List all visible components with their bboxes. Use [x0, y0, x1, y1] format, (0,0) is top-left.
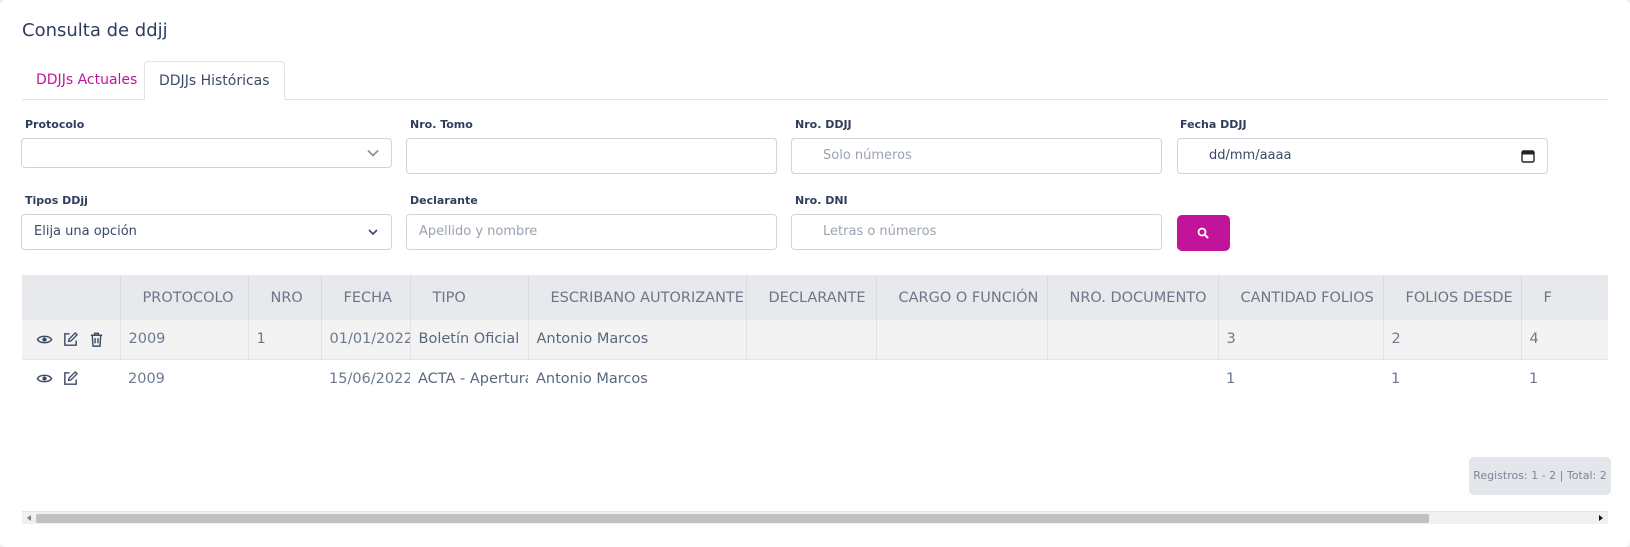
eye-icon[interactable] [36, 370, 53, 387]
tipos-ddjj-label: Tipos DDjj [25, 194, 88, 207]
fecha-ddjj-label: Fecha DDJJ [1180, 118, 1247, 131]
ddjj-table-container: PROTOCOLO NRO FECHA TIPO ESCRIBANO AUTOR… [22, 275, 1608, 435]
nro-dni-input[interactable]: Letras o números [791, 214, 1162, 250]
col-header-cargo[interactable]: CARGO O FUNCIÓN [876, 275, 1048, 320]
edit-icon[interactable] [62, 331, 79, 348]
col-header-nro[interactable]: NRO [248, 275, 322, 320]
cell-protocolo: 2009 [120, 320, 249, 360]
eye-icon[interactable] [36, 331, 53, 348]
nro-tomo-input[interactable] [406, 138, 777, 174]
cell-fecha: 15/06/2022 [321, 359, 410, 398]
edit-icon[interactable] [62, 370, 79, 387]
col-header-folios-desde[interactable]: FOLIOS DESDE [1383, 275, 1522, 320]
scroll-left-icon[interactable] [25, 514, 33, 522]
cell-folios-desde: 2 [1383, 320, 1522, 360]
cell-folios-hasta: 1 [1521, 359, 1608, 398]
col-header-protocolo[interactable]: PROTOCOLO [120, 275, 249, 320]
chevron-down-icon [368, 229, 378, 236]
cell-nro [248, 359, 321, 398]
nro-dni-label: Nro. DNI [795, 194, 848, 207]
cell-cargo [876, 320, 1048, 360]
ddjj-table: PROTOCOLO NRO FECHA TIPO ESCRIBANO AUTOR… [22, 275, 1608, 398]
cell-cantidad-folios: 3 [1218, 320, 1384, 360]
table-row: 2009 1 01/01/2022 Boletín Oficial Antoni… [22, 320, 1608, 360]
page-title: Consulta de ddjj [22, 20, 168, 41]
declarante-placeholder: Apellido y nombre [419, 224, 538, 239]
tab-ddjjs-historicas[interactable]: DDJJs Históricas [144, 61, 285, 100]
search-icon [1197, 227, 1209, 239]
cell-documento [1047, 320, 1219, 360]
calendar-icon[interactable] [1521, 149, 1535, 163]
col-header-fecha[interactable]: FECHA [321, 275, 411, 320]
nro-dni-placeholder: Letras o números [823, 224, 937, 239]
cell-tipo: Boletín Oficial [410, 320, 529, 360]
cell-folios-hasta: 4 [1521, 320, 1608, 360]
col-header-actions [22, 275, 121, 320]
col-header-tipo[interactable]: TIPO [410, 275, 529, 320]
cell-declarante [746, 320, 877, 360]
col-header-escribano[interactable]: ESCRIBANO AUTORIZANTE [528, 275, 747, 320]
table-row: 2009 15/06/2022 ACTA - Apertura Antonio … [22, 359, 1608, 398]
trash-icon[interactable] [88, 331, 105, 348]
col-header-documento[interactable]: NRO. DOCUMENTO [1047, 275, 1219, 320]
chevron-down-icon [367, 149, 379, 157]
cell-folios-desde: 1 [1383, 359, 1521, 398]
cell-escribano: Antonio Marcos [528, 359, 746, 398]
cell-nro: 1 [248, 320, 322, 360]
fecha-ddjj-placeholder: dd/mm/aaaa [1209, 148, 1292, 163]
content-card: Consulta de ddjj DDJJs Actuales DDJJs Hi… [0, 0, 1630, 547]
row-actions [22, 359, 120, 398]
cell-tipo: ACTA - Apertura [410, 359, 528, 398]
col-header-cantidad-folios[interactable]: CANTIDAD FOLIOS [1218, 275, 1384, 320]
declarante-label: Declarante [410, 194, 478, 207]
declarante-input[interactable]: Apellido y nombre [406, 214, 777, 250]
cell-documento [1047, 359, 1218, 398]
cell-fecha: 01/01/2022 [321, 320, 411, 360]
row-actions [22, 320, 121, 360]
search-button[interactable] [1177, 215, 1230, 251]
nro-tomo-label: Nro. Tomo [410, 118, 473, 131]
nro-ddjj-placeholder: Solo números [823, 148, 912, 163]
nro-ddjj-input[interactable]: Solo números [791, 138, 1162, 174]
tab-ddjjs-actuales[interactable]: DDJJs Actuales [22, 61, 151, 99]
nro-ddjj-label: Nro. DDJJ [795, 118, 852, 131]
cell-escribano: Antonio Marcos [528, 320, 747, 360]
tipos-ddjj-value: Elija una opción [34, 224, 137, 239]
tab-bar: DDJJs Actuales DDJJs Históricas [22, 61, 1608, 100]
cell-declarante [746, 359, 876, 398]
table-header-row: PROTOCOLO NRO FECHA TIPO ESCRIBANO AUTOR… [22, 275, 1608, 320]
cell-protocolo: 2009 [120, 359, 248, 398]
horizontal-scrollbar[interactable] [22, 511, 1608, 524]
protocolo-label: Protocolo [25, 118, 85, 131]
cell-cantidad-folios: 1 [1218, 359, 1383, 398]
scroll-right-icon[interactable] [1597, 514, 1605, 522]
scrollbar-thumb[interactable] [36, 514, 1429, 523]
fecha-ddjj-input[interactable]: dd/mm/aaaa [1177, 138, 1548, 174]
records-count-badge: Registros: 1 - 2 | Total: 2 [1469, 457, 1611, 495]
tipos-ddjj-select[interactable]: Elija una opción [21, 214, 392, 250]
col-header-declarante[interactable]: DECLARANTE [746, 275, 877, 320]
cell-cargo [876, 359, 1047, 398]
protocolo-select[interactable] [21, 138, 392, 168]
col-header-folios-hasta[interactable]: F [1521, 275, 1608, 320]
